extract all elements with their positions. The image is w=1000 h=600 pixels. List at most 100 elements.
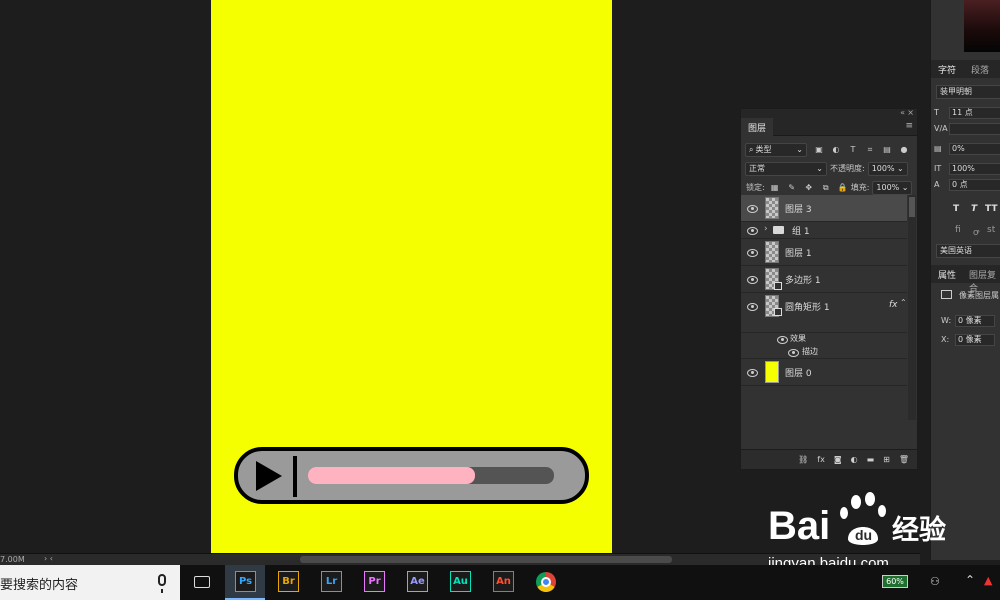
ligature-icon[interactable]: fi (955, 225, 961, 235)
layer-thumbnail (765, 241, 779, 263)
smart-object-filter-icon[interactable]: ▤ (882, 145, 892, 155)
system-tray: 60% ⚇ ⌃ ▲ (870, 565, 1000, 600)
type-filter-icon[interactable]: T (848, 145, 858, 155)
layer-row[interactable]: 图层 0 (741, 359, 907, 386)
doc-size-readout: 7.00M (0, 555, 25, 564)
chevron-down-icon: ⌄ (901, 183, 909, 192)
layers-scrollbar[interactable] (908, 195, 916, 420)
eye-icon[interactable] (788, 349, 799, 357)
kerning-field[interactable] (949, 123, 1000, 135)
tab-paragraph[interactable]: 段落 (971, 63, 989, 76)
adjustment-filter-icon[interactable]: ◐ (831, 145, 841, 155)
chevron-up-icon[interactable]: ⌃ (965, 573, 975, 587)
app-icon-lr[interactable]: Lr (321, 571, 342, 592)
layer-row[interactable]: 图层 3 (741, 195, 907, 222)
eye-icon[interactable] (747, 205, 758, 213)
collapse-icon[interactable]: « (900, 108, 905, 117)
close-icon[interactable]: × (907, 108, 914, 117)
swash-icon[interactable]: st (987, 225, 995, 235)
layer-name: 组 1 (792, 227, 810, 237)
status-arrows[interactable]: › ‹ (44, 554, 53, 563)
horizontal-scrollbar[interactable] (300, 556, 672, 563)
new-layer-icon[interactable]: ⊞ (883, 455, 890, 464)
chrome-icon[interactable] (536, 572, 556, 592)
tab-layers[interactable]: 图层 (741, 118, 774, 136)
eye-icon[interactable] (777, 336, 788, 344)
layer-thumbnail (765, 361, 779, 383)
lock-artboard-icon[interactable]: ⧉ (821, 183, 831, 193)
layer-row[interactable]: 圆角矩形 1 fx ⌃ (741, 293, 907, 333)
app-icon-an[interactable]: An (493, 571, 514, 592)
baidu-logo: Bai du 经验 (768, 492, 946, 548)
effect-name: 描边 (802, 347, 818, 356)
app-icon-pr[interactable]: Pr (364, 571, 385, 592)
kerning-icon: V/A (934, 124, 948, 133)
lock-brush-icon[interactable]: ✎ (787, 183, 797, 193)
app-icon-au[interactable]: Au (450, 571, 471, 592)
shape-filter-icon[interactable]: ⌗ (865, 145, 875, 155)
x-field[interactable]: 0 像素 (955, 334, 995, 346)
microphone-icon[interactable] (158, 574, 166, 593)
baseline-shift-field[interactable]: 0 点 (949, 179, 1000, 191)
layer-row[interactable]: 多边形 1 (741, 266, 907, 293)
italic-icon[interactable]: T (971, 204, 977, 214)
new-adjustment-icon[interactable]: ◐ (851, 455, 858, 464)
panel-titlebar[interactable]: « × (741, 108, 917, 118)
delete-layer-icon[interactable]: 🗑 (899, 455, 909, 464)
fill-value: 100% (876, 183, 900, 192)
app-icon-ae[interactable]: Ae (407, 571, 428, 592)
all-caps-icon[interactable]: TT (985, 204, 998, 214)
app-icon-ps[interactable]: Ps (235, 571, 256, 592)
width-label: W: (941, 316, 952, 325)
ordinals-icon[interactable]: ꝍ (973, 225, 979, 238)
tracking-field[interactable]: 0% (949, 143, 1000, 155)
tracking-icon: ▤ (934, 144, 942, 153)
image-filter-icon[interactable]: ▣ (814, 145, 824, 155)
chevron-right-icon[interactable]: › (764, 224, 768, 234)
app-icon-br[interactable]: Br (278, 571, 299, 592)
battery-indicator[interactable]: 60% (882, 575, 908, 588)
eye-icon[interactable] (747, 303, 758, 311)
character-tabs: 字符 段落 (931, 60, 1000, 78)
panel-menu-icon[interactable]: ≡ (905, 121, 913, 131)
width-field[interactable]: 0 像素 (955, 315, 995, 327)
layer-row[interactable]: 图层 1 (741, 239, 907, 266)
add-style-icon[interactable]: fx (817, 455, 825, 464)
lock-all-icon[interactable]: 🔒 (838, 183, 848, 193)
task-view-icon[interactable] (194, 576, 210, 588)
taskbar-search-box[interactable]: 要搜索的内容 (0, 565, 180, 600)
tab-character[interactable]: 字符 (938, 63, 956, 76)
eye-icon[interactable] (747, 369, 758, 377)
font-family-select[interactable]: 装甲明朝 (936, 85, 1000, 99)
chevron-up-icon[interactable]: ⌃ (900, 298, 907, 307)
opacity-field[interactable]: 100% ⌄ (867, 161, 908, 176)
eye-icon[interactable] (747, 249, 758, 257)
tab-properties[interactable]: 属性 (938, 268, 956, 281)
new-group-icon[interactable]: ▬ (867, 455, 875, 464)
color-picker-field[interactable] (964, 0, 1000, 52)
layer-effects-row[interactable]: 效果 描边 (741, 333, 907, 359)
eye-icon[interactable] (747, 227, 758, 235)
layers-scroll-thumb[interactable] (909, 197, 915, 217)
eye-icon[interactable] (747, 276, 758, 284)
link-layers-icon[interactable]: ⛓ (798, 455, 808, 464)
filter-toggle-icon[interactable]: ● (899, 145, 909, 155)
font-size-field[interactable]: 11 点 (949, 107, 1000, 119)
fill-field[interactable]: 100% ⌄ (872, 180, 913, 195)
document-canvas[interactable] (211, 0, 612, 553)
fx-badge[interactable]: fx (889, 300, 898, 310)
add-mask-icon[interactable]: ◙ (834, 455, 842, 464)
vertical-scale-field[interactable]: 100% (949, 163, 1000, 175)
network-icon[interactable]: ▲ (984, 574, 992, 587)
layer-filter-select[interactable]: ⌕ 类型 ⌄ (745, 142, 807, 157)
blend-mode-select[interactable]: 正常 ⌄ (745, 161, 827, 176)
layer-thumbnail (765, 197, 779, 219)
progress-fill (308, 467, 476, 484)
lock-move-icon[interactable]: ✥ (804, 183, 814, 193)
layer-group-row[interactable]: › 组 1 (741, 222, 907, 239)
people-icon[interactable]: ⚇ (930, 575, 940, 588)
lock-transparency-icon[interactable]: ▦ (770, 183, 780, 193)
bold-icon[interactable]: T (953, 204, 959, 214)
baseline-shift-icon: A (934, 180, 940, 189)
language-select[interactable]: 美国英语 (936, 244, 1000, 258)
